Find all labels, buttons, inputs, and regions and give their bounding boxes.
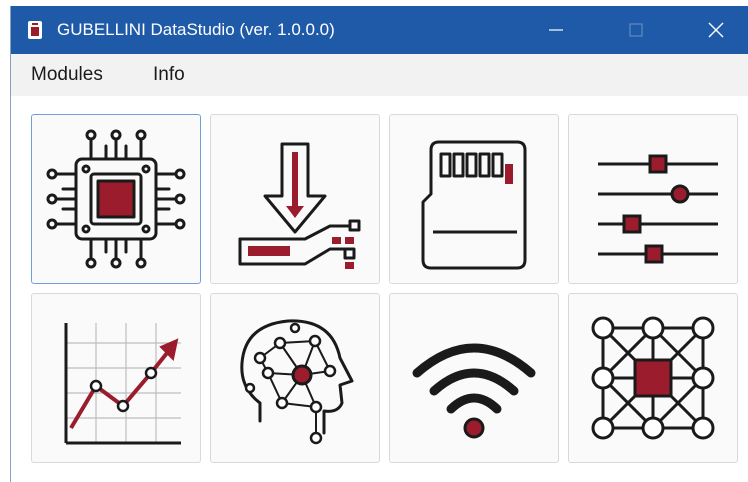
close-icon: [708, 22, 724, 38]
minimize-icon: [549, 29, 563, 31]
title-bar[interactable]: GUBELLINI DataStudio (ver. 1.0.0.0): [11, 6, 748, 54]
network-grid-icon: [591, 316, 715, 440]
module-tile-trend-chart[interactable]: [31, 293, 201, 463]
sliders-icon: [598, 154, 718, 264]
window-title: GUBELLINI DataStudio (ver. 1.0.0.0): [57, 20, 335, 39]
menu-bar: Modules Info: [11, 54, 748, 96]
minimize-button[interactable]: [527, 6, 585, 54]
module-tile-ai-head[interactable]: [210, 293, 380, 463]
maximize-button[interactable]: [607, 6, 665, 54]
trend-chart-icon: [64, 323, 181, 445]
sd-card-icon: [421, 140, 527, 270]
module-tile-microchip[interactable]: [31, 114, 201, 284]
menu-modules[interactable]: Modules: [31, 64, 103, 86]
module-tile-sliders[interactable]: [568, 114, 738, 284]
wifi-icon: [412, 343, 536, 439]
module-tile-network-grid[interactable]: [568, 293, 738, 463]
menu-info[interactable]: Info: [153, 64, 185, 86]
download-to-device-icon: [238, 142, 361, 269]
module-tile-wifi[interactable]: [389, 293, 559, 463]
app-logo-icon: [28, 21, 42, 39]
module-tile-download[interactable]: [210, 114, 380, 284]
module-tile-sd-card[interactable]: [389, 114, 559, 284]
close-button[interactable]: [687, 6, 745, 54]
app-window: GUBELLINI DataStudio (ver. 1.0.0.0) Modu…: [10, 6, 748, 482]
ai-head-icon: [240, 319, 354, 445]
maximize-icon: [629, 23, 643, 37]
microchip-icon: [46, 129, 186, 269]
